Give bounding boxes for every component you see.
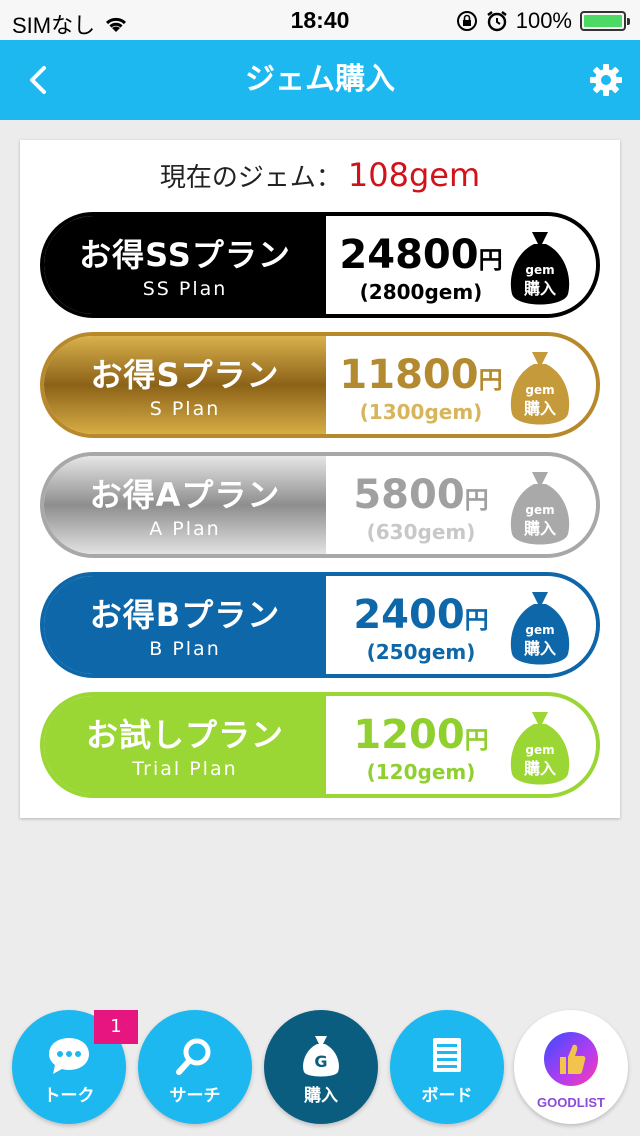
price-wrap: 5800円 (630gem) [326, 472, 516, 544]
chevron-left-icon[interactable] [20, 60, 60, 100]
tab-label: サーチ [169, 1086, 221, 1106]
price-wrap: 2400円 (250gem) [326, 592, 516, 664]
talk-badge: 1 [94, 1010, 138, 1044]
plan-trial-price-area: 1200円 (120gem) gem 購入 [326, 696, 596, 794]
plan-b-price-area: 2400円 (250gem) gem 購入 [326, 576, 596, 674]
plan-gems: (2800gem) [359, 280, 483, 304]
orientation-lock-icon [456, 11, 477, 31]
svg-text:gem: gem [525, 503, 554, 517]
plan-sub: S Plan [149, 398, 221, 420]
plan-s-button[interactable]: お得Sプラン S Plan 11800円 (1300gem) gem 購入 [40, 332, 600, 438]
status-bar: SIMなし 18:40 100% [0, 0, 640, 40]
battery-icon [580, 11, 630, 31]
svg-text:購入: 購入 [523, 519, 556, 538]
plan-ss-label-area: お得SSプラン SS Plan [44, 216, 326, 314]
gem-bag-icon: gem 購入 [510, 592, 570, 665]
svg-text:購入: 購入 [523, 639, 556, 658]
plan-gems: (1300gem) [359, 400, 483, 424]
svg-text:gem: gem [525, 383, 554, 397]
battery-percent: 100% [515, 8, 572, 33]
tab-board[interactable]: ボード [390, 1010, 504, 1124]
gem-balance-value: 108gem [347, 156, 481, 194]
plan-price: 24800円 [339, 232, 503, 278]
svg-text:gem: gem [525, 743, 554, 757]
plan-gems: (120gem) [366, 760, 476, 784]
plan-ss-price-area: 24800円 (2800gem) gem 購入 [326, 216, 596, 314]
gear-icon[interactable] [588, 62, 624, 98]
svg-text:gem: gem [525, 263, 554, 277]
svg-text:G: G [314, 1052, 327, 1071]
plan-price: 2400円 [353, 592, 489, 638]
plan-s-price-area: 11800円 (1300gem) gem 購入 [326, 336, 596, 434]
alarm-icon [486, 11, 507, 32]
plan-sub: B Plan [149, 638, 221, 660]
gem-bag-icon: gem 購入 [510, 712, 570, 785]
board-icon [433, 1038, 461, 1072]
plan-sub: Trial Plan [132, 758, 238, 780]
svg-text:gem: gem [525, 623, 554, 637]
plan-name: お得Bプラン [89, 596, 281, 634]
battery-fill [584, 15, 622, 27]
tab-label: 購入 [304, 1086, 338, 1106]
plan-trial-label-area: お試しプラン Trial Plan [44, 696, 326, 794]
plan-a-button[interactable]: お得Aプラン A Plan 5800円 (630gem) gem 購入 [40, 452, 600, 558]
plan-trial-button[interactable]: お試しプラン Trial Plan 1200円 (120gem) gem 購入 [40, 692, 600, 798]
chat-bubble-icon [49, 1038, 89, 1074]
plan-name: お得SSプラン [79, 236, 291, 274]
svg-text:購入: 購入 [523, 759, 556, 778]
price-wrap: 1200円 (120gem) [326, 712, 516, 784]
plan-sub: SS Plan [142, 278, 228, 300]
plan-name: お得Aプラン [89, 476, 281, 514]
svg-text:購入: 購入 [523, 399, 556, 418]
page-title: ジェム購入 [245, 62, 395, 97]
thumbs-up-icon [544, 1032, 598, 1086]
tab-label: ボード [421, 1086, 473, 1106]
plan-gems: (250gem) [366, 640, 476, 664]
svg-text:購入: 購入 [523, 279, 556, 298]
tab-label: トーク [43, 1086, 95, 1106]
tab-goodlist[interactable]: GOODLIST [514, 1010, 628, 1124]
plan-s-label-area: お得Sプラン S Plan [44, 336, 326, 434]
plan-name: お試しプラン [85, 716, 284, 754]
plan-gems: (630gem) [366, 520, 476, 544]
gem-bag-icon: gem 購入 [510, 232, 570, 305]
tab-purchase[interactable]: G 購入 [264, 1010, 378, 1124]
gem-balance: 現在のジェム： 108gem [20, 156, 620, 194]
plan-price: 11800円 [339, 352, 503, 398]
price-wrap: 24800円 (2800gem) [326, 232, 516, 304]
price-wrap: 11800円 (1300gem) [326, 352, 516, 424]
gem-bag-icon: G [303, 1036, 339, 1077]
plan-b-button[interactable]: お得Bプラン B Plan 2400円 (250gem) gem 購入 [40, 572, 600, 678]
plan-ss-button[interactable]: お得SSプラン SS Plan 24800円 (2800gem) gem 購入 [40, 212, 600, 318]
plan-price: 5800円 [353, 472, 489, 518]
plan-a-price-area: 5800円 (630gem) gem 購入 [326, 456, 596, 554]
plan-card: 現在のジェム： 108gem お得SSプラン SS Plan 24800円 (28… [20, 140, 620, 818]
plan-a-label-area: お得Aプラン A Plan [44, 456, 326, 554]
plan-b-label-area: お得Bプラン B Plan [44, 576, 326, 674]
status-right: 100% [456, 8, 630, 34]
plan-price: 1200円 [353, 712, 489, 758]
tab-label: GOODLIST [537, 1095, 605, 1110]
search-icon [176, 1038, 211, 1075]
gem-bag-icon: gem 購入 [510, 472, 570, 545]
tab-search[interactable]: サーチ [138, 1010, 252, 1124]
nav-bar: ジェム購入 [0, 40, 640, 120]
gem-bag-icon: gem 購入 [510, 352, 570, 425]
plan-sub: A Plan [149, 518, 221, 540]
gem-balance-label: 現在のジェム： [159, 163, 342, 193]
plan-name: お得Sプラン [90, 356, 280, 394]
